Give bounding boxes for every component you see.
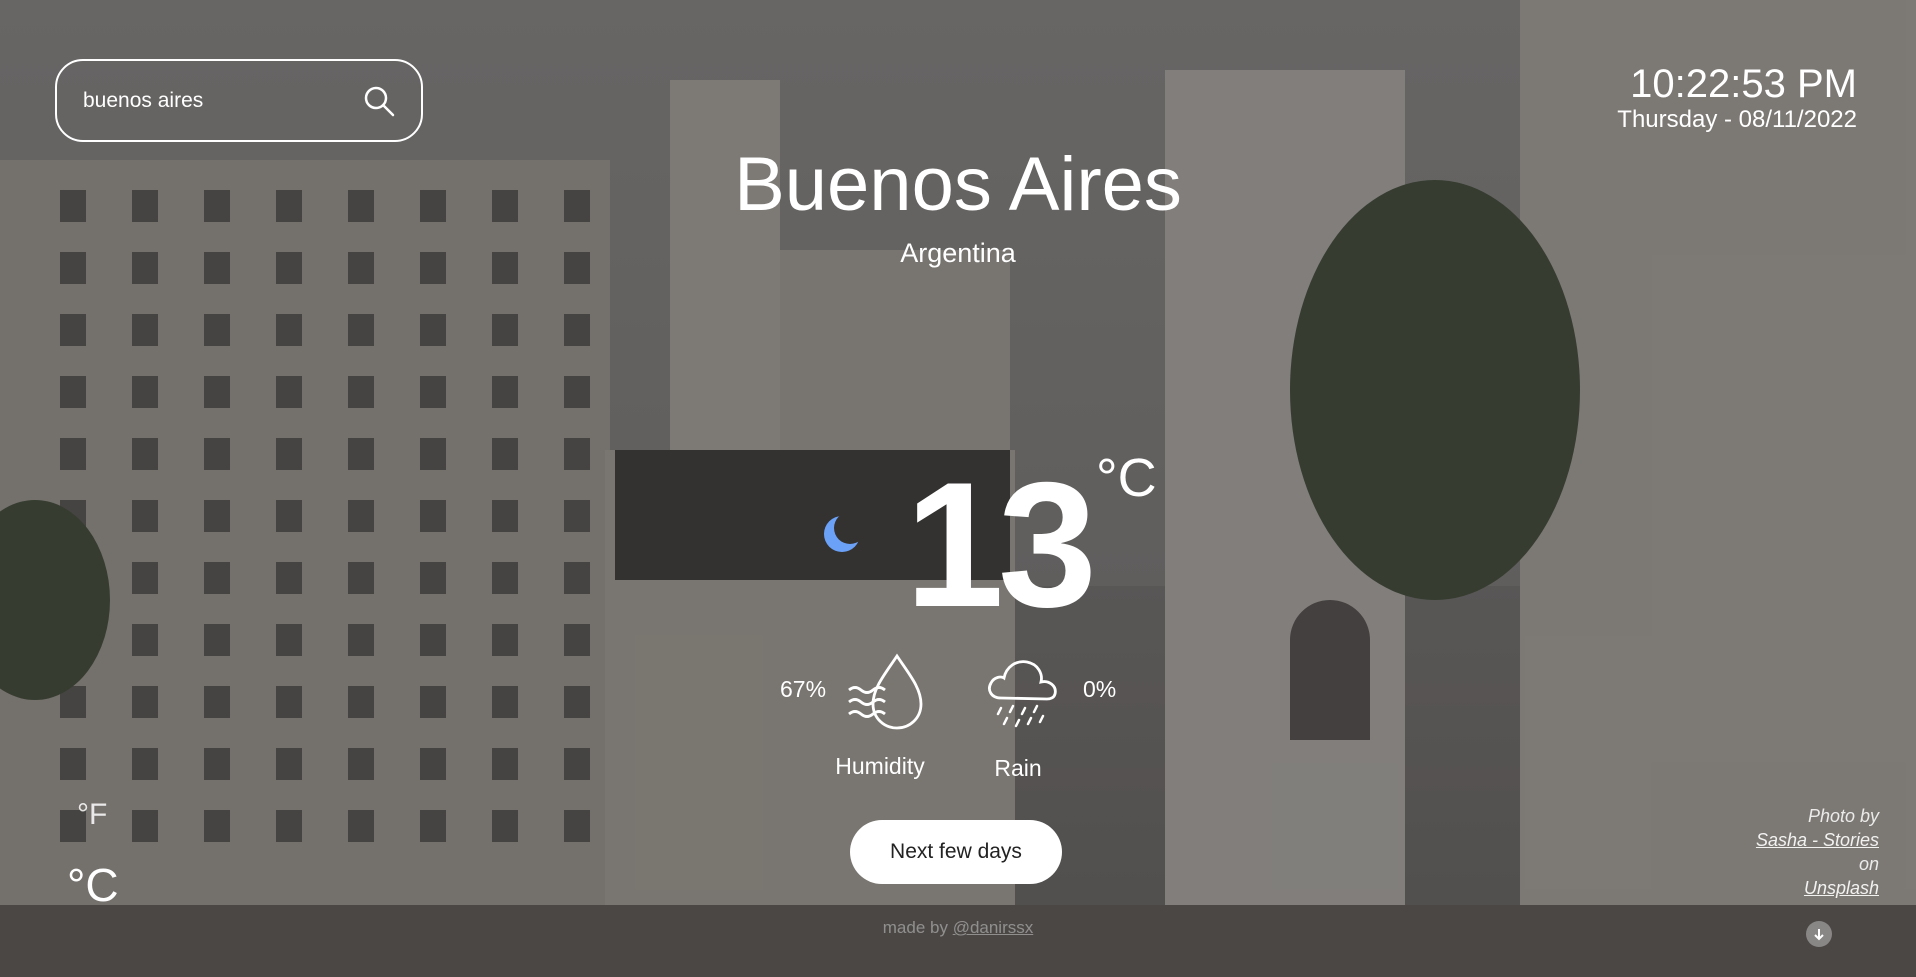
humidity-value: 67% [780,676,827,702]
unsplash-link[interactable]: Unsplash [1804,878,1879,898]
city-name: Buenos Aires [734,142,1182,227]
country-name: Argentina [900,238,1016,268]
temperature-value: 13 [905,445,1097,644]
photo-by-text: Photo by [1807,806,1879,826]
photographer-link[interactable]: Sasha - Stories [1756,830,1879,850]
rain-cloud-icon [988,660,1057,728]
clock: 10:22:53 PM Thursday - 08/11/2022 [1617,62,1857,134]
rain-label: Rain [994,755,1042,781]
temperature-unit: °C [1096,448,1157,508]
rain-value: 0% [1083,676,1117,702]
made-by-prefix: made by [882,918,953,937]
current-date: Thursday - 08/11/2022 [1617,106,1857,133]
author-link[interactable]: @danirssx [953,918,1034,937]
search-button[interactable] [359,81,399,121]
scroll-down-button[interactable] [1806,921,1832,947]
current-time: 10:22:53 PM [1630,62,1857,106]
search-bar [55,59,423,142]
arrow-down-icon [1814,929,1824,941]
humidity-icon [848,653,923,730]
next-few-days-button[interactable]: Next few days [850,820,1062,884]
search-icon [364,86,395,116]
photo-on-text: on [1858,854,1879,874]
celsius-toggle[interactable]: °C [67,858,119,912]
fahrenheit-toggle[interactable]: °F [77,798,107,832]
photo-credit: Photo by Sasha - Stories on Unsplash [1749,804,1879,900]
made-by-credit: made by @danirssx [0,918,1916,938]
search-input[interactable] [83,88,359,113]
humidity-label: Humidity [835,753,925,779]
moon-icon [824,516,860,552]
